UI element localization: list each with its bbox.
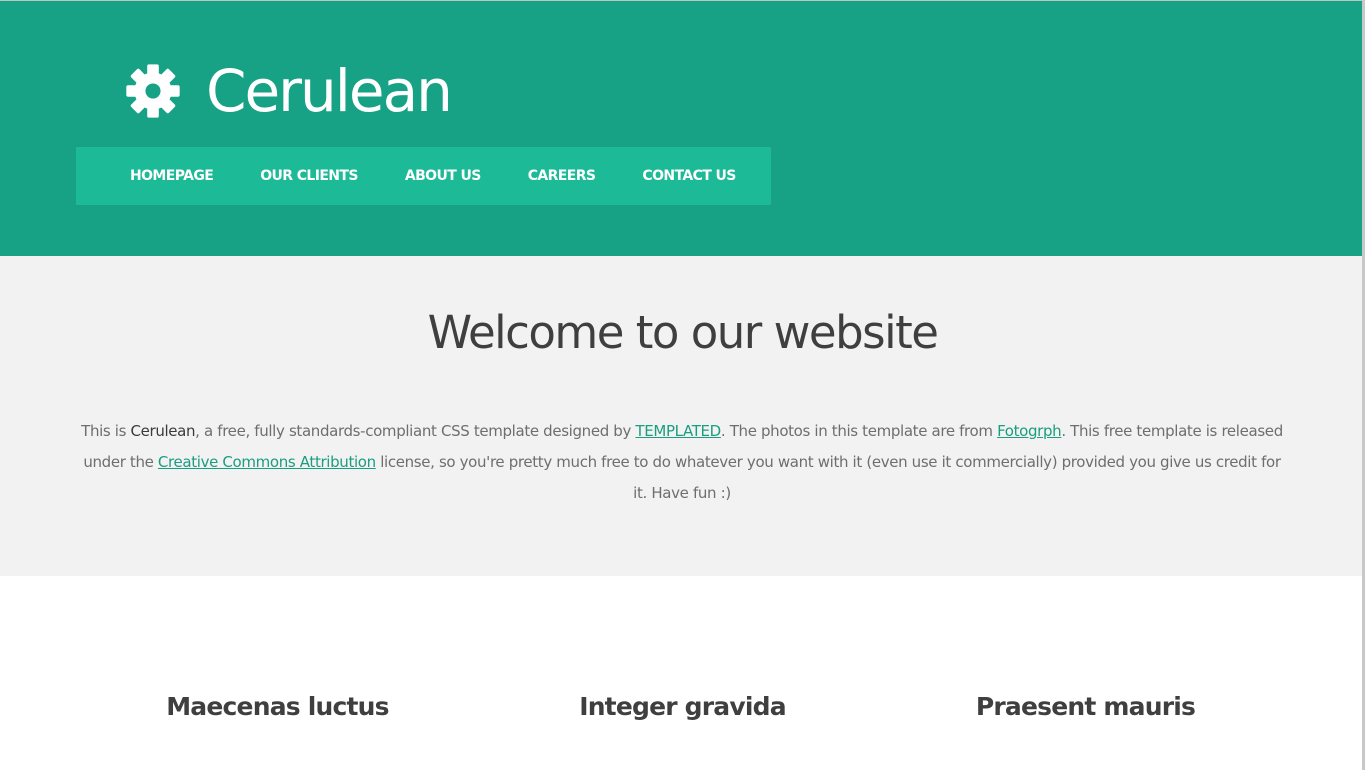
page: Cerulean HOMEPAGE OUR CLIENTS ABOUT US C…	[0, 0, 1365, 770]
welcome-heading: Welcome to our website	[427, 306, 939, 359]
logo[interactable]: Cerulean	[124, 51, 453, 131]
feature-title: Praesent mauris	[975, 692, 1196, 721]
welcome-text-part: , a free, fully standards-compliant CSS …	[195, 422, 636, 440]
welcome-text-part: This is	[81, 422, 131, 440]
features-section: Maecenas luctus Integer gravida Praesent…	[0, 576, 1365, 770]
nav-item-about-us[interactable]: ABOUT US	[405, 168, 481, 184]
welcome-paragraph: This is Cerulean, a free, fully standard…	[76, 416, 1288, 509]
main-nav: HOMEPAGE OUR CLIENTS ABOUT US CAREERS CO…	[76, 147, 771, 205]
welcome-section: Welcome to our website This is Cerulean,…	[0, 256, 1365, 576]
fotogrph-link[interactable]: Fotogrph	[997, 422, 1062, 440]
nav-item-contact-us[interactable]: CONTACT US	[642, 168, 736, 184]
nav-item-our-clients[interactable]: OUR CLIENTS	[260, 168, 358, 184]
nav-item-careers[interactable]: CAREERS	[528, 168, 596, 184]
gear-icon	[126, 64, 180, 118]
nav-item-homepage[interactable]: HOMEPAGE	[130, 168, 214, 184]
brand-name: Cerulean	[130, 422, 196, 440]
feature-title: Integer gravida	[579, 692, 786, 721]
feature-title: Maecenas luctus	[166, 692, 389, 721]
welcome-text-part: . The photos in this template are from	[720, 422, 998, 440]
site-title: Cerulean	[206, 57, 453, 125]
welcome-text-part: license, so you're pretty much free to d…	[375, 453, 1281, 502]
site-header: Cerulean HOMEPAGE OUR CLIENTS ABOUT US C…	[0, 0, 1365, 256]
creative-commons-link[interactable]: Creative Commons Attribution	[158, 453, 376, 471]
templated-link[interactable]: TEMPLATED	[635, 422, 721, 440]
